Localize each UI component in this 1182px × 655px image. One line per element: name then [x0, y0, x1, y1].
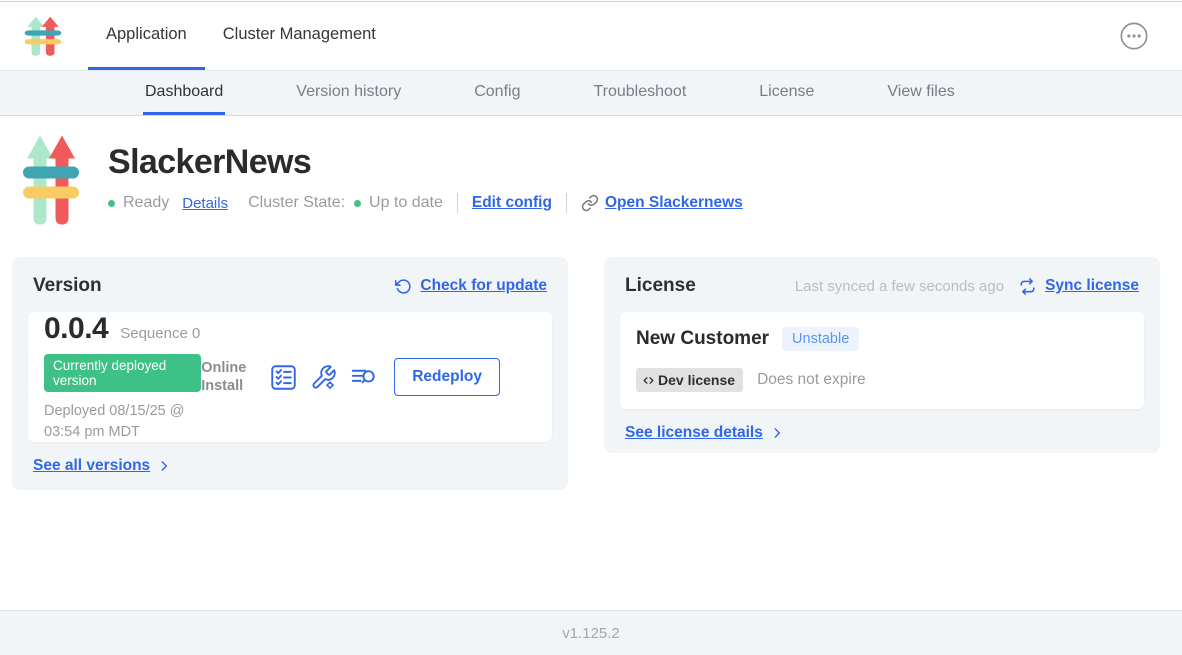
- see-license-details-link[interactable]: See license details: [625, 424, 784, 442]
- console-footer: v1.125.2: [0, 610, 1182, 655]
- cluster-state-dot: [354, 200, 361, 207]
- install-type-label: Online Install: [201, 359, 255, 395]
- subnav-tab-license[interactable]: License: [757, 71, 816, 115]
- license-panel: New Customer Unstable Dev license Does n…: [620, 312, 1144, 409]
- code-icon: [642, 374, 655, 387]
- deployed-timestamp: Deployed 08/15/25 @ 03:54 pm MDT: [44, 401, 201, 442]
- subnav-tab-version-history[interactable]: Version history: [294, 71, 403, 115]
- topbar: Application Cluster Management: [0, 2, 1182, 71]
- link-icon: [581, 194, 599, 212]
- app-header: SlackerNews Ready Details Cluster State:…: [0, 116, 1182, 228]
- details-link[interactable]: Details: [182, 195, 228, 212]
- version-sequence: Sequence 0: [120, 325, 200, 342]
- license-type-badge: Dev license: [636, 368, 743, 392]
- cluster-state-text: Up to date: [369, 194, 443, 212]
- license-card-title: License: [625, 275, 696, 297]
- chevron-right-icon: [770, 426, 784, 440]
- topbar-right: [1119, 21, 1182, 51]
- dashboard-main: SlackerNews Ready Details Cluster State:…: [0, 116, 1182, 610]
- check-for-update-link[interactable]: Check for update: [420, 277, 547, 295]
- current-version-panel: 0.0.4 Sequence 0 Currently deployed vers…: [28, 312, 552, 442]
- see-all-versions-link[interactable]: See all versions: [33, 457, 171, 475]
- subnav-tab-dashboard[interactable]: Dashboard: [143, 71, 225, 115]
- open-app-link[interactable]: Open Slackernews: [581, 194, 743, 212]
- console-version: v1.125.2: [562, 625, 620, 642]
- license-card: License Last synced a few seconds ago Sy…: [604, 257, 1160, 453]
- version-card-title: Version: [33, 275, 102, 297]
- refresh-icon[interactable]: [395, 278, 412, 295]
- redeploy-button[interactable]: Redeploy: [394, 358, 500, 396]
- version-number: 0.0.4: [44, 312, 108, 346]
- top-tab-application[interactable]: Application: [88, 2, 205, 70]
- cluster-state-label: Cluster State:: [248, 194, 345, 212]
- last-synced-text: Last synced a few seconds ago: [795, 278, 1004, 295]
- config-wrench-icon[interactable]: [310, 364, 337, 391]
- sync-license-link[interactable]: Sync license: [1045, 277, 1139, 295]
- top-nav: Application Cluster Management: [88, 2, 394, 70]
- subnav-tab-config[interactable]: Config: [472, 71, 522, 115]
- sync-icon[interactable]: [1018, 277, 1037, 296]
- page-title: SlackerNews: [108, 143, 743, 182]
- view-files-diff-icon[interactable]: [350, 364, 377, 391]
- version-card: Version Check for update 0.0.4 Sequence: [12, 257, 568, 490]
- subnav-tab-view-files[interactable]: View files: [885, 71, 956, 115]
- app-logo-icon: [22, 131, 80, 228]
- admin-console-page: Application Cluster Management Dashboard…: [0, 0, 1182, 655]
- customer-name: New Customer: [636, 328, 769, 350]
- subnav-tab-troubleshoot[interactable]: Troubleshoot: [591, 71, 688, 115]
- app-subnav: Dashboard Version history Config Trouble…: [0, 71, 1182, 116]
- app-status-row: Ready Details Cluster State: Up to date …: [108, 193, 743, 213]
- divider: [457, 193, 458, 213]
- chevron-right-icon: [157, 459, 171, 473]
- app-status-text: Ready: [123, 194, 169, 212]
- preflight-checks-icon[interactable]: [270, 364, 297, 391]
- license-expiration: Does not expire: [757, 371, 866, 389]
- overflow-menu-icon[interactable]: [1119, 21, 1149, 51]
- top-tab-cluster-management[interactable]: Cluster Management: [205, 2, 394, 70]
- app-status-dot: [108, 200, 115, 207]
- dashboard-cards: Version Check for update 0.0.4 Sequence: [12, 257, 1182, 490]
- edit-config-link[interactable]: Edit config: [472, 194, 552, 212]
- divider: [566, 193, 567, 213]
- channel-badge: Unstable: [782, 327, 859, 351]
- deployed-badge: Currently deployed version: [44, 354, 201, 392]
- brand-logo-icon: [24, 15, 64, 57]
